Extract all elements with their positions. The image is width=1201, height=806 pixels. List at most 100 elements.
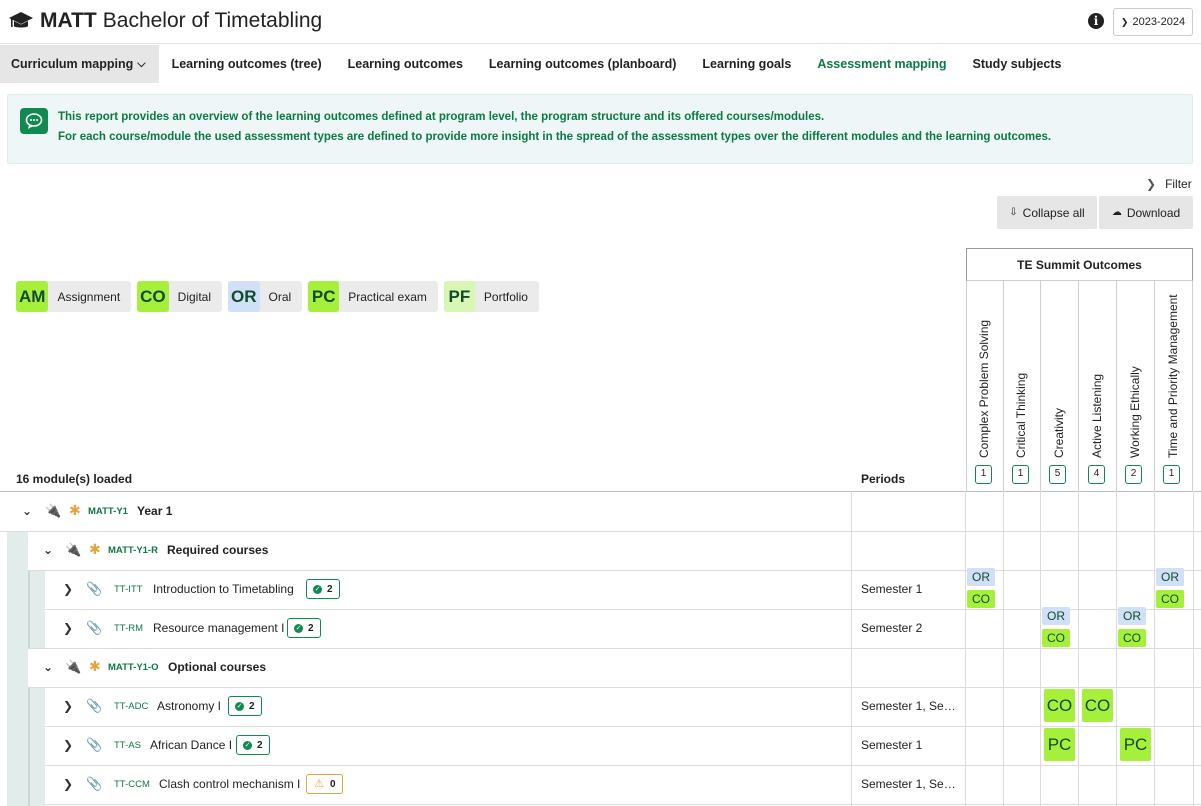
- info-icon[interactable]: i: [1088, 13, 1104, 29]
- chevron-down-icon[interactable]: ⌄: [43, 543, 53, 557]
- asterisk-icon: ✱: [89, 658, 101, 674]
- row-name: African Dance I: [150, 738, 233, 752]
- row-code[interactable]: MATT-Y1-O: [108, 662, 159, 673]
- digital-chip: CO: [967, 590, 995, 608]
- outcome-divider: [1003, 281, 1004, 491]
- tab-study-subjects[interactable]: Study subjects: [960, 45, 1075, 83]
- row-name: Optional courses: [168, 660, 267, 674]
- badge-count: 2: [308, 622, 314, 634]
- chat-bubble-icon: [20, 108, 48, 134]
- row-period: Semester 1: [861, 582, 923, 596]
- double-chevron-down-icon: ⇩: [1009, 207, 1018, 218]
- outcome-count[interactable]: 1: [975, 465, 992, 484]
- tab-learning-outcomes-planboard[interactable]: Learning outcomes (planboard): [476, 45, 690, 83]
- outcome-divider: [1154, 281, 1155, 491]
- filter-label: Filter: [1165, 177, 1192, 191]
- digital-chip: CO: [1044, 689, 1075, 722]
- tab-learning-outcomes[interactable]: Learning outcomes: [335, 45, 476, 83]
- graduation-cap-icon: [9, 12, 33, 28]
- digital-chip: CO: [1156, 590, 1184, 608]
- row-code[interactable]: TT-ITT: [114, 584, 143, 595]
- asterisk-icon: ✱: [89, 541, 101, 557]
- oral-chip: OR: [1118, 607, 1146, 625]
- table-row: ❯ 📎 TT-AS African Dance I ✓ 2 Semester 1 …: [0, 726, 1201, 765]
- legend-code: PC: [308, 281, 340, 312]
- outcome-badge[interactable]: ✓ 2: [236, 735, 270, 755]
- info-box: This report provides an overview of the …: [7, 94, 1193, 164]
- row-code[interactable]: TT-RM: [114, 623, 143, 634]
- tab-learning-goals[interactable]: Learning goals: [689, 45, 804, 83]
- tab-curriculum-mapping[interactable]: Curriculum mapping ⌵: [0, 45, 159, 83]
- outcome-name: Active Listening: [1090, 373, 1104, 458]
- practical-exam-chip: PC: [1044, 728, 1075, 761]
- chevron-right-icon[interactable]: ❯: [63, 699, 73, 713]
- assessment-legend: AM Assignment CO Digital OR Oral PC Prac…: [16, 281, 545, 312]
- outcome-count[interactable]: 4: [1088, 465, 1105, 484]
- chevron-down-icon[interactable]: ⌄: [43, 660, 53, 674]
- cloud-download-icon: ☁: [1111, 207, 1122, 218]
- badge-count: 2: [327, 583, 333, 595]
- oral-chip: OR: [1042, 607, 1070, 625]
- chevron-right-icon[interactable]: ❯: [63, 777, 73, 791]
- badge-count: 0: [330, 778, 336, 790]
- legend-code: CO: [137, 281, 169, 312]
- legend-item-assignment: AM Assignment: [16, 281, 132, 312]
- legend-item-digital: CO Digital: [137, 281, 223, 312]
- info-text-2: For each course/module the used assessme…: [58, 131, 1052, 143]
- outcome-count[interactable]: 1: [1163, 465, 1180, 484]
- outcome-badge[interactable]: ⚠ 0: [306, 774, 343, 794]
- row-name: Clash control mechanism I: [159, 777, 301, 791]
- row-name: Year 1: [137, 504, 173, 518]
- outcome-badge[interactable]: ✓ 2: [228, 696, 262, 716]
- digital-chip: CO: [1042, 629, 1070, 647]
- tab-assessment-mapping[interactable]: Assessment mapping: [804, 45, 960, 83]
- tab-label: Learning outcomes (planboard): [488, 57, 677, 71]
- row-name: Astronomy I: [157, 699, 222, 713]
- outcome-name: Creativity: [1052, 407, 1066, 458]
- program-title: Bachelor of Timetabling: [102, 9, 323, 32]
- practical-exam-chip: PC: [1120, 728, 1151, 761]
- download-button[interactable]: ☁ Download: [1099, 196, 1193, 229]
- chevron-down-icon[interactable]: ⌄: [22, 504, 32, 518]
- table-row: ⌄ 🔌 ✱ MATT-Y1 Year 1: [0, 492, 1201, 531]
- row-code[interactable]: TT-AS: [114, 740, 141, 751]
- legend-code: PF: [443, 281, 475, 312]
- paperclip-icon: 📎: [86, 620, 103, 635]
- outcome-divider: [1078, 281, 1079, 491]
- year-select[interactable]: ❯ 2023-2024: [1113, 8, 1193, 36]
- oral-chip: OR: [967, 568, 995, 586]
- row-code[interactable]: TT-ADC: [114, 701, 148, 712]
- outcome-divider: [1040, 281, 1041, 491]
- modules-loaded: 16 module(s) loaded: [16, 472, 133, 486]
- asterisk-icon: ✱: [69, 502, 81, 518]
- row-code[interactable]: MATT-Y1: [88, 506, 128, 517]
- chevron-right-icon[interactable]: ❯: [63, 621, 73, 635]
- outcome-count[interactable]: 5: [1049, 465, 1066, 484]
- row-period: Semester 1: [861, 738, 923, 752]
- legend-label: Digital: [177, 289, 212, 304]
- collapse-all-button[interactable]: ⇩ Collapse all: [997, 196, 1097, 229]
- legend-item-practical-exam: PC Practical exam: [308, 281, 438, 312]
- row-name: Required courses: [167, 543, 269, 557]
- chevron-down-icon: ⌵: [137, 57, 146, 70]
- row-period: Semester 1, Se…: [861, 699, 956, 713]
- outcome-count[interactable]: 2: [1125, 465, 1142, 484]
- row-code[interactable]: MATT-Y1-R: [108, 545, 158, 556]
- check-circle-icon: ✓: [243, 740, 252, 750]
- badge-count: 2: [249, 700, 255, 712]
- row-code[interactable]: TT-CCM: [114, 779, 150, 790]
- paperclip-icon: 📎: [86, 581, 103, 596]
- outcome-count[interactable]: 1: [1012, 465, 1029, 484]
- info-text-1: This report provides an overview of the …: [58, 111, 825, 123]
- year-value: 2023-2024: [1132, 16, 1186, 28]
- row-period: Semester 1, Se…: [861, 777, 956, 791]
- tab-learning-outcomes-tree[interactable]: Learning outcomes (tree): [159, 45, 335, 83]
- chevron-right-icon[interactable]: ❯: [63, 738, 73, 752]
- check-circle-icon: ✓: [294, 623, 303, 633]
- tab-label: Study subjects: [972, 57, 1062, 71]
- chevron-right-icon[interactable]: ❯: [63, 582, 73, 596]
- outcome-badge[interactable]: ✓ 2: [306, 579, 340, 599]
- outcome-name: Critical Thinking: [1014, 372, 1028, 458]
- filter-toggle[interactable]: ❯ Filter: [1146, 177, 1192, 191]
- outcome-badge[interactable]: ✓ 2: [287, 618, 321, 638]
